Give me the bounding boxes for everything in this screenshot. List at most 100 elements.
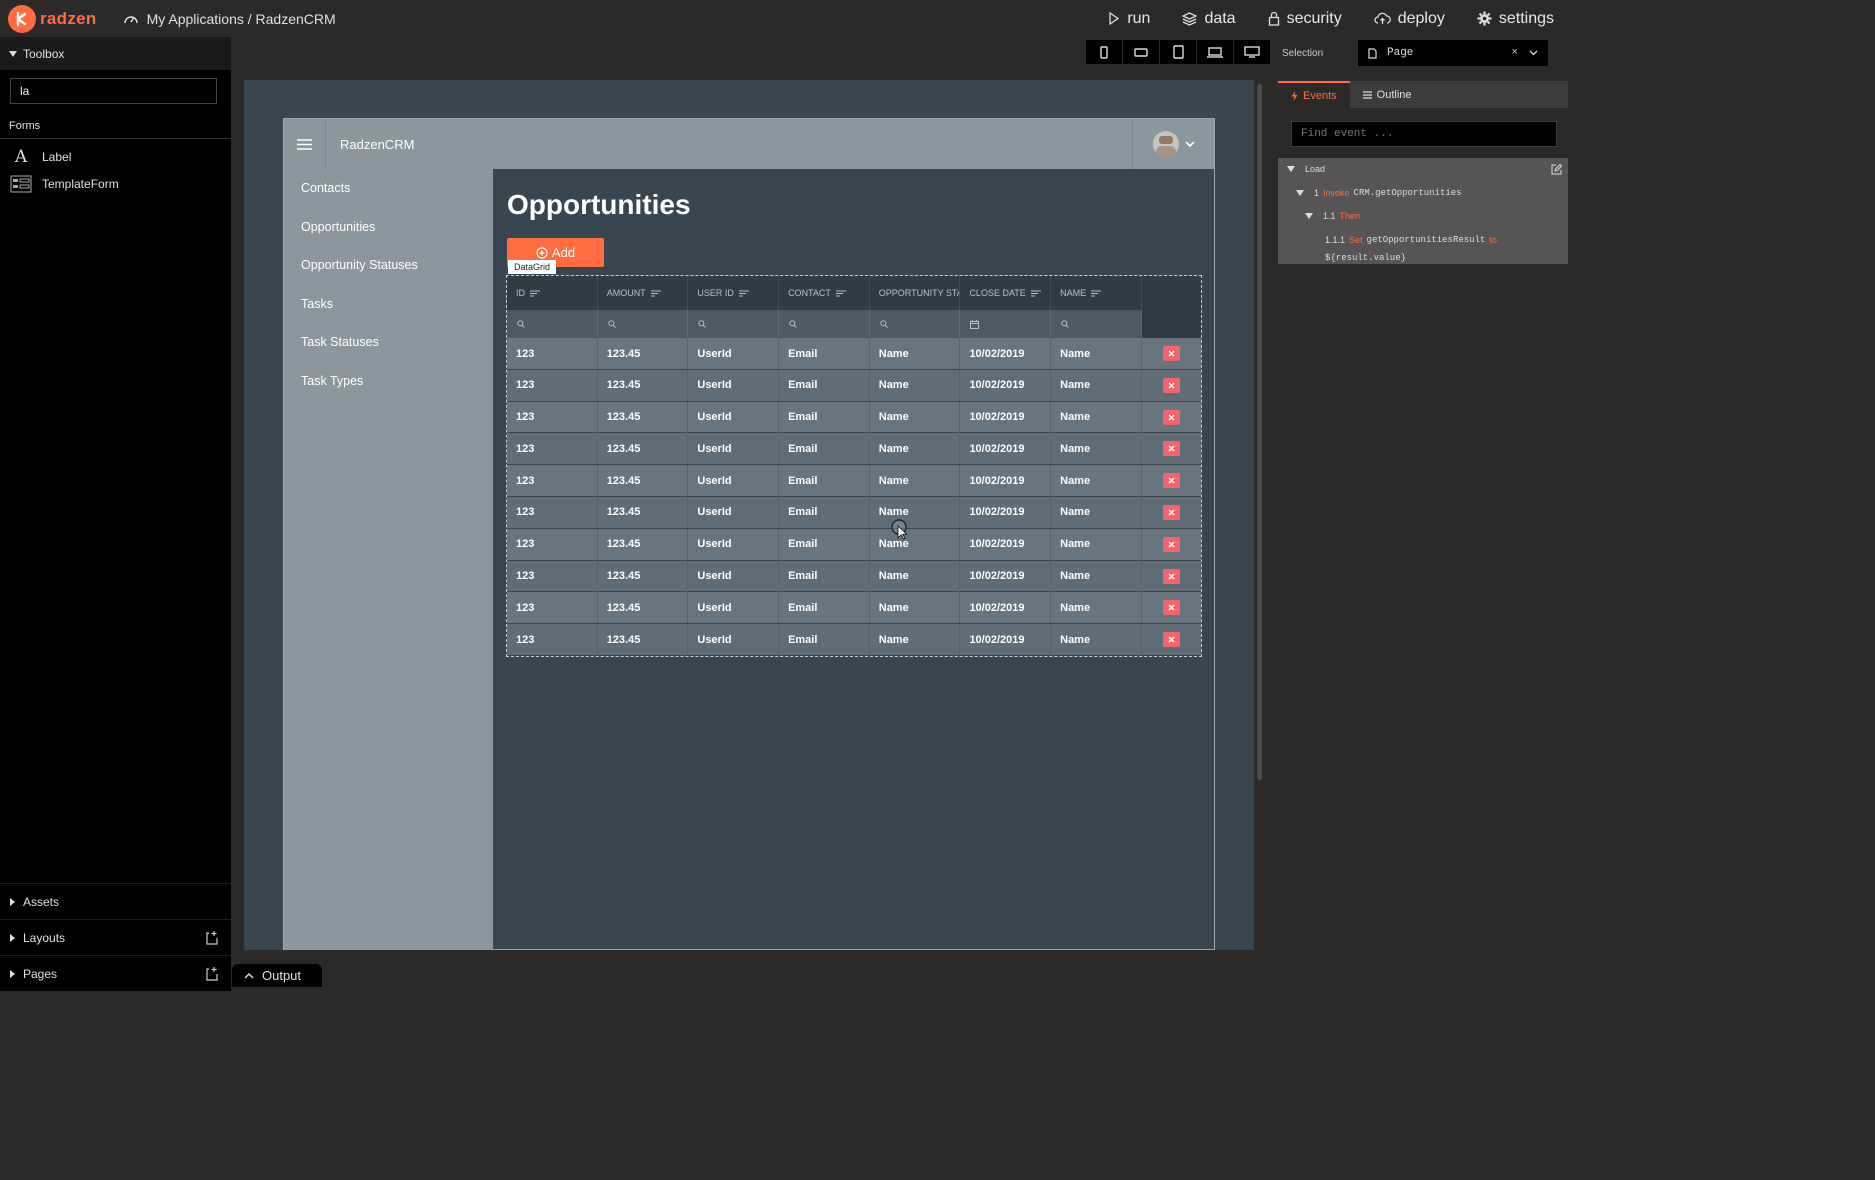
filter-opportunity-status[interactable] (870, 310, 961, 338)
table-row[interactable]: 123 123.45 UserId Email Name 10/02/2019 Name (507, 338, 1201, 370)
column-header-close-date[interactable]: CLOSE DATE (960, 276, 1052, 310)
device-phone-landscape-button[interactable] (1123, 40, 1159, 64)
cell-id: 123 (507, 401, 598, 433)
settings-button[interactable]: settings (1477, 10, 1554, 28)
column-header-contact[interactable]: CONTACT (779, 276, 870, 310)
assets-section[interactable]: Assets (0, 883, 231, 919)
action-invoke[interactable]: 1 Invoke CRM.getOpportunities (1296, 188, 1462, 198)
event-tree: Load 1 Invoke CRM.getOpportunities 1.1 T… (1278, 158, 1568, 264)
delete-button[interactable] (1162, 441, 1180, 457)
chevron-up-icon (244, 973, 254, 979)
sidebar-item-task-statuses[interactable]: Task Statuses (301, 335, 379, 349)
template-form-icon (10, 175, 32, 193)
find-event-input[interactable] (1291, 121, 1557, 147)
delete-button[interactable] (1162, 504, 1180, 520)
table-row[interactable]: 123 123.45 UserId Email Name 10/02/2019 Name (507, 369, 1201, 402)
sidebar-item-opportunities[interactable]: Opportunities (301, 220, 375, 234)
delete-button[interactable] (1162, 632, 1180, 648)
toolbox-header[interactable]: Toolbox (0, 37, 231, 70)
collapse-icon (1296, 190, 1304, 196)
action-then[interactable]: 1.1 Then (1305, 211, 1360, 221)
sidebar-item-tasks[interactable]: Tasks (301, 297, 333, 311)
selection-dropdown[interactable]: Page × (1358, 40, 1548, 66)
sidebar-item-contacts[interactable]: Contacts (301, 181, 350, 195)
device-tablet-portrait-button[interactable] (1160, 40, 1196, 64)
column-header-opportunity-status[interactable]: OPPORTUNITY STAT (870, 276, 961, 310)
table-row[interactable]: 123 123.45 UserId Email Name 10/02/2019 Name (507, 528, 1201, 561)
grid-header: ID AMOUNT USER ID CONTACT OPPORTUNITY ST… (507, 276, 1142, 310)
chevron-down-icon[interactable] (1529, 50, 1538, 56)
table-row[interactable]: 123 123.45 UserId Email Name 10/02/2019 Name (507, 592, 1201, 625)
deploy-button[interactable]: deploy (1374, 10, 1445, 28)
hamburger-button[interactable] (284, 119, 326, 169)
table-row[interactable]: 123 123.45 UserId Email Name 10/02/2019 Name (507, 496, 1201, 529)
sidebar-item-task-types[interactable]: Task Types (301, 374, 363, 388)
row-actions (1142, 497, 1201, 528)
filter-id[interactable] (507, 310, 598, 338)
edit-icon[interactable] (1551, 164, 1562, 175)
cell-opportunity-status: Name (870, 528, 961, 560)
cell-name: Name (1051, 624, 1142, 656)
event-load[interactable]: Load (1287, 164, 1325, 174)
delete-button[interactable] (1162, 377, 1180, 393)
data-label: data (1204, 9, 1236, 27)
layouts-section[interactable]: Layouts (0, 919, 231, 955)
datagrid-tag[interactable]: DataGrid (508, 260, 557, 274)
sidebar-item-opportunity-statuses[interactable]: Opportunity Statuses (301, 258, 418, 272)
add-page-icon[interactable] (205, 966, 219, 981)
filter-name[interactable] (1051, 310, 1142, 338)
canvas-scrollbar[interactable] (1257, 84, 1262, 780)
delete-button[interactable] (1162, 346, 1180, 361)
filter-user-id[interactable] (688, 310, 780, 338)
security-button[interactable]: security (1268, 10, 1342, 28)
column-header-id[interactable]: ID (507, 276, 598, 310)
row-actions (1142, 433, 1201, 464)
filter-amount[interactable] (598, 310, 689, 338)
table-row[interactable]: 123 123.45 UserId Email Name 10/02/2019 Name (507, 433, 1201, 466)
close-icon (1168, 445, 1175, 452)
column-header-amount[interactable]: AMOUNT (598, 276, 689, 310)
device-desktop-button[interactable] (1234, 40, 1270, 64)
toolbox-item-label[interactable]: A Label (10, 147, 72, 167)
delete-button[interactable] (1162, 409, 1180, 425)
delete-button[interactable] (1162, 600, 1180, 616)
delete-button[interactable] (1162, 536, 1180, 552)
cell-close-date: 10/02/2019 (960, 592, 1052, 624)
data-button[interactable]: data (1182, 9, 1236, 28)
breadcrumb[interactable]: My Applications / RadzenCRM (123, 11, 336, 27)
profile-menu[interactable] (1132, 119, 1214, 169)
selection-label: Selection (1282, 47, 1324, 59)
cell-contact: Email (779, 338, 870, 369)
toolbox-item-templateform[interactable]: TemplateForm (10, 175, 119, 193)
clear-selection-icon[interactable]: × (1511, 47, 1518, 59)
device-laptop-button[interactable] (1197, 40, 1233, 64)
tab-events[interactable]: Events (1278, 81, 1350, 108)
add-layout-icon[interactable] (205, 930, 219, 945)
cell-id: 123 (507, 338, 598, 369)
delete-button[interactable] (1162, 568, 1180, 584)
close-icon (1168, 604, 1175, 611)
filter-contact[interactable] (779, 310, 870, 338)
cell-id: 123 (507, 528, 598, 560)
filter-close-date[interactable] (960, 310, 1052, 338)
output-tab[interactable]: Output (232, 964, 322, 987)
device-phone-portrait-button[interactable] (1086, 40, 1122, 64)
column-header-user-id[interactable]: USER ID (688, 276, 780, 310)
datagrid[interactable]: ID AMOUNT USER ID CONTACT OPPORTUNITY ST… (506, 275, 1202, 657)
table-row[interactable]: 123 123.45 UserId Email Name 10/02/2019 Name (507, 465, 1201, 497)
toolbox-search-input[interactable] (10, 78, 217, 104)
tab-outline[interactable]: Outline (1350, 81, 1425, 108)
table-row[interactable]: 123 123.45 UserId Email Name 10/02/2019 Name (507, 560, 1201, 593)
action-set[interactable]: 1.1.1 Set getOpportunitiesResult to (1325, 235, 1497, 245)
chevron-down-icon (1184, 140, 1195, 147)
pages-section[interactable]: Pages (0, 955, 231, 991)
radzen-logo[interactable]: radzen (8, 4, 97, 33)
mouse-cursor-icon (891, 519, 908, 540)
table-row[interactable]: 123 123.45 UserId Email Name 10/02/2019 Name (507, 624, 1201, 656)
run-button[interactable]: run (1108, 10, 1150, 28)
divider (0, 138, 231, 139)
column-header-name[interactable]: NAME (1051, 276, 1142, 310)
table-row[interactable]: 123 123.45 UserId Email Name 10/02/2019 Name (507, 401, 1201, 434)
delete-button[interactable] (1162, 473, 1180, 489)
page-title: Opportunities (507, 189, 691, 220)
